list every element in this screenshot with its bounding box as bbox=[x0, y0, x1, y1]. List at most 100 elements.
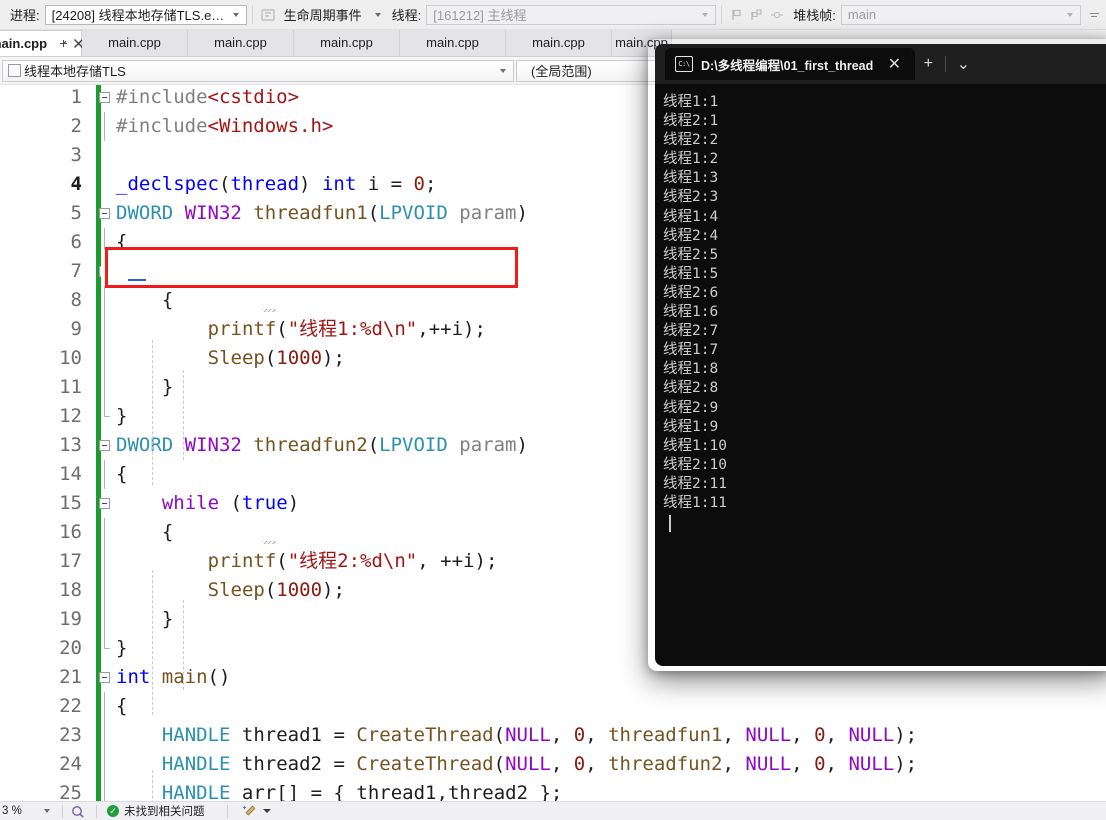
fold-marker[interactable] bbox=[92, 208, 116, 219]
fold-marker[interactable] bbox=[92, 605, 116, 634]
fold-marker[interactable] bbox=[92, 518, 116, 547]
thread-label: 线程: bbox=[391, 8, 422, 23]
console-output-line: 线程2:4 bbox=[663, 227, 719, 244]
status-divider-2 bbox=[96, 804, 97, 818]
zoom-chevron-down-icon[interactable] bbox=[44, 809, 50, 813]
line-number: 8 bbox=[70, 289, 82, 311]
document-tab[interactable]: main.cpp bbox=[82, 30, 188, 56]
lifecycle-events-icon[interactable] bbox=[258, 5, 278, 25]
console-output-line: 线程1:9 bbox=[663, 418, 719, 435]
link-threads-icon[interactable] bbox=[767, 5, 787, 25]
code-line[interactable]: 24 HANDLE thread2 = CreateThread(NULL, 0… bbox=[0, 750, 1106, 779]
fold-marker[interactable] bbox=[92, 750, 116, 779]
console-titlebar[interactable]: C:\ D:\多线程编程\01_first_thread ✕ + ⌄ bbox=[655, 44, 1106, 84]
indent-guide bbox=[152, 770, 153, 801]
fold-marker[interactable] bbox=[92, 576, 116, 605]
console-titlebar-divider bbox=[945, 56, 947, 72]
line-number: 15 bbox=[59, 492, 82, 514]
fold-marker[interactable] bbox=[92, 692, 116, 721]
code-line[interactable]: 25 HANDLE arr[] = { thread1,thread2 }; bbox=[0, 779, 1106, 801]
console-output-line: 线程1:2 bbox=[663, 151, 719, 168]
flag-group-icon[interactable] bbox=[747, 5, 767, 25]
thread-select[interactable]: [161212] 主线程 bbox=[426, 4, 717, 25]
line-number: 22 bbox=[59, 695, 82, 717]
process-select[interactable]: [24208] 线程本地存储TLS.exe bbox=[44, 4, 247, 25]
close-icon[interactable]: ✕ bbox=[881, 51, 907, 77]
line-number: 1 bbox=[70, 86, 82, 108]
fold-marker[interactable] bbox=[92, 634, 116, 663]
document-tab[interactable]: main.cpp bbox=[0, 30, 84, 56]
project-scope-select[interactable]: 线程本地存储TLS bbox=[2, 59, 514, 82]
code-text: HANDLE arr[] = { thread1,thread2 }; bbox=[161, 782, 563, 801]
flag-icon[interactable] bbox=[727, 5, 747, 25]
console-output-line: 线程1:8 bbox=[663, 361, 719, 378]
lifecycle-chevron-down-icon[interactable] bbox=[374, 12, 381, 17]
line-number: 20 bbox=[59, 637, 82, 659]
fold-marker[interactable] bbox=[92, 547, 116, 576]
lifecycle-events-label[interactable]: 生命周期事件 bbox=[284, 5, 362, 24]
new-tab-icon[interactable]: + bbox=[915, 51, 941, 77]
fold-marker[interactable] bbox=[92, 402, 116, 431]
console-output-line: 线程1:4 bbox=[663, 208, 719, 225]
code-text: { bbox=[116, 695, 128, 717]
line-number: 2 bbox=[70, 115, 82, 137]
indent-guide bbox=[183, 370, 184, 460]
line-number: 14 bbox=[59, 463, 82, 485]
thread-value: [161212] 主线程 bbox=[433, 8, 527, 23]
line-number: 12 bbox=[59, 405, 82, 427]
identifier-underline bbox=[128, 279, 146, 281]
fold-marker[interactable] bbox=[92, 112, 116, 141]
console-window[interactable]: C:\ D:\多线程编程\01_first_thread ✕ + ⌄ 线程1:1… bbox=[655, 44, 1106, 666]
document-tab-label: main.cpp bbox=[214, 35, 267, 50]
project-icon bbox=[8, 64, 21, 77]
line-number: 13 bbox=[59, 434, 82, 456]
line-number: 23 bbox=[59, 724, 82, 746]
console-tab[interactable]: C:\ D:\多线程编程\01_first_thread ✕ bbox=[665, 48, 916, 80]
document-tab-label: main.cpp bbox=[0, 36, 48, 51]
stack-frame-select[interactable]: main bbox=[840, 4, 1081, 25]
line-number: 4 bbox=[70, 173, 82, 195]
chevron-down-icon[interactable]: ⌄ bbox=[950, 51, 976, 77]
code-line[interactable]: 23 HANDLE thread1 = CreateThread(NULL, 0… bbox=[0, 721, 1106, 750]
notifications-icon[interactable] bbox=[70, 804, 86, 818]
document-tab-label: main.cpp bbox=[108, 35, 161, 50]
fold-marker[interactable] bbox=[92, 92, 116, 103]
fold-marker[interactable] bbox=[92, 315, 116, 344]
fold-marker[interactable] bbox=[92, 373, 116, 402]
status-divider-3 bbox=[226, 804, 228, 818]
fold-marker[interactable] bbox=[92, 460, 116, 489]
console-output-line: 线程1:7 bbox=[663, 342, 719, 359]
line-number: 16 bbox=[59, 521, 82, 543]
cleanup-icon[interactable] bbox=[242, 804, 258, 818]
line-number: 6 bbox=[70, 231, 82, 253]
document-tab[interactable]: main.cpp bbox=[400, 30, 506, 56]
document-tab[interactable]: main.cpp bbox=[506, 30, 612, 56]
document-tab[interactable]: main.cpp bbox=[294, 30, 400, 56]
console-output-line: 线程1:5 bbox=[663, 265, 719, 282]
console-output-line: 线程2:6 bbox=[663, 284, 719, 301]
zoom-level[interactable]: 3 % bbox=[2, 805, 36, 817]
document-tab-label: main.cpp bbox=[426, 35, 479, 50]
fold-marker[interactable] bbox=[92, 344, 116, 373]
fold-marker[interactable] bbox=[92, 779, 116, 801]
console-output-line: 线程1:3 bbox=[663, 170, 719, 187]
stack-frame-label: 堆栈帧: bbox=[793, 8, 836, 23]
warning-squiggle bbox=[262, 309, 276, 312]
toolbar-overflow-icon[interactable] bbox=[1086, 5, 1102, 25]
code-text: HANDLE thread1 = CreateThread(NULL, 0, t… bbox=[161, 724, 918, 746]
console-output-line: 线程2:8 bbox=[663, 380, 719, 397]
pin-icon[interactable] bbox=[56, 36, 71, 51]
line-number: 5 bbox=[70, 202, 82, 224]
fold-marker[interactable] bbox=[92, 286, 116, 315]
issue-status-icon: ✓ bbox=[107, 805, 119, 817]
cleanup-chevron-down-icon[interactable] bbox=[262, 809, 271, 813]
stack-frame-value: main bbox=[847, 7, 877, 22]
fold-marker[interactable] bbox=[92, 672, 116, 683]
fold-marker[interactable] bbox=[92, 721, 116, 750]
console-output-line: 线程2:9 bbox=[663, 399, 719, 416]
code-line[interactable]: 22 { bbox=[0, 692, 1106, 721]
console-output-line: 线程2:11 bbox=[663, 475, 727, 492]
fold-marker[interactable] bbox=[92, 440, 116, 451]
document-tab[interactable]: main.cpp bbox=[188, 30, 294, 56]
fold-marker[interactable] bbox=[92, 498, 116, 509]
